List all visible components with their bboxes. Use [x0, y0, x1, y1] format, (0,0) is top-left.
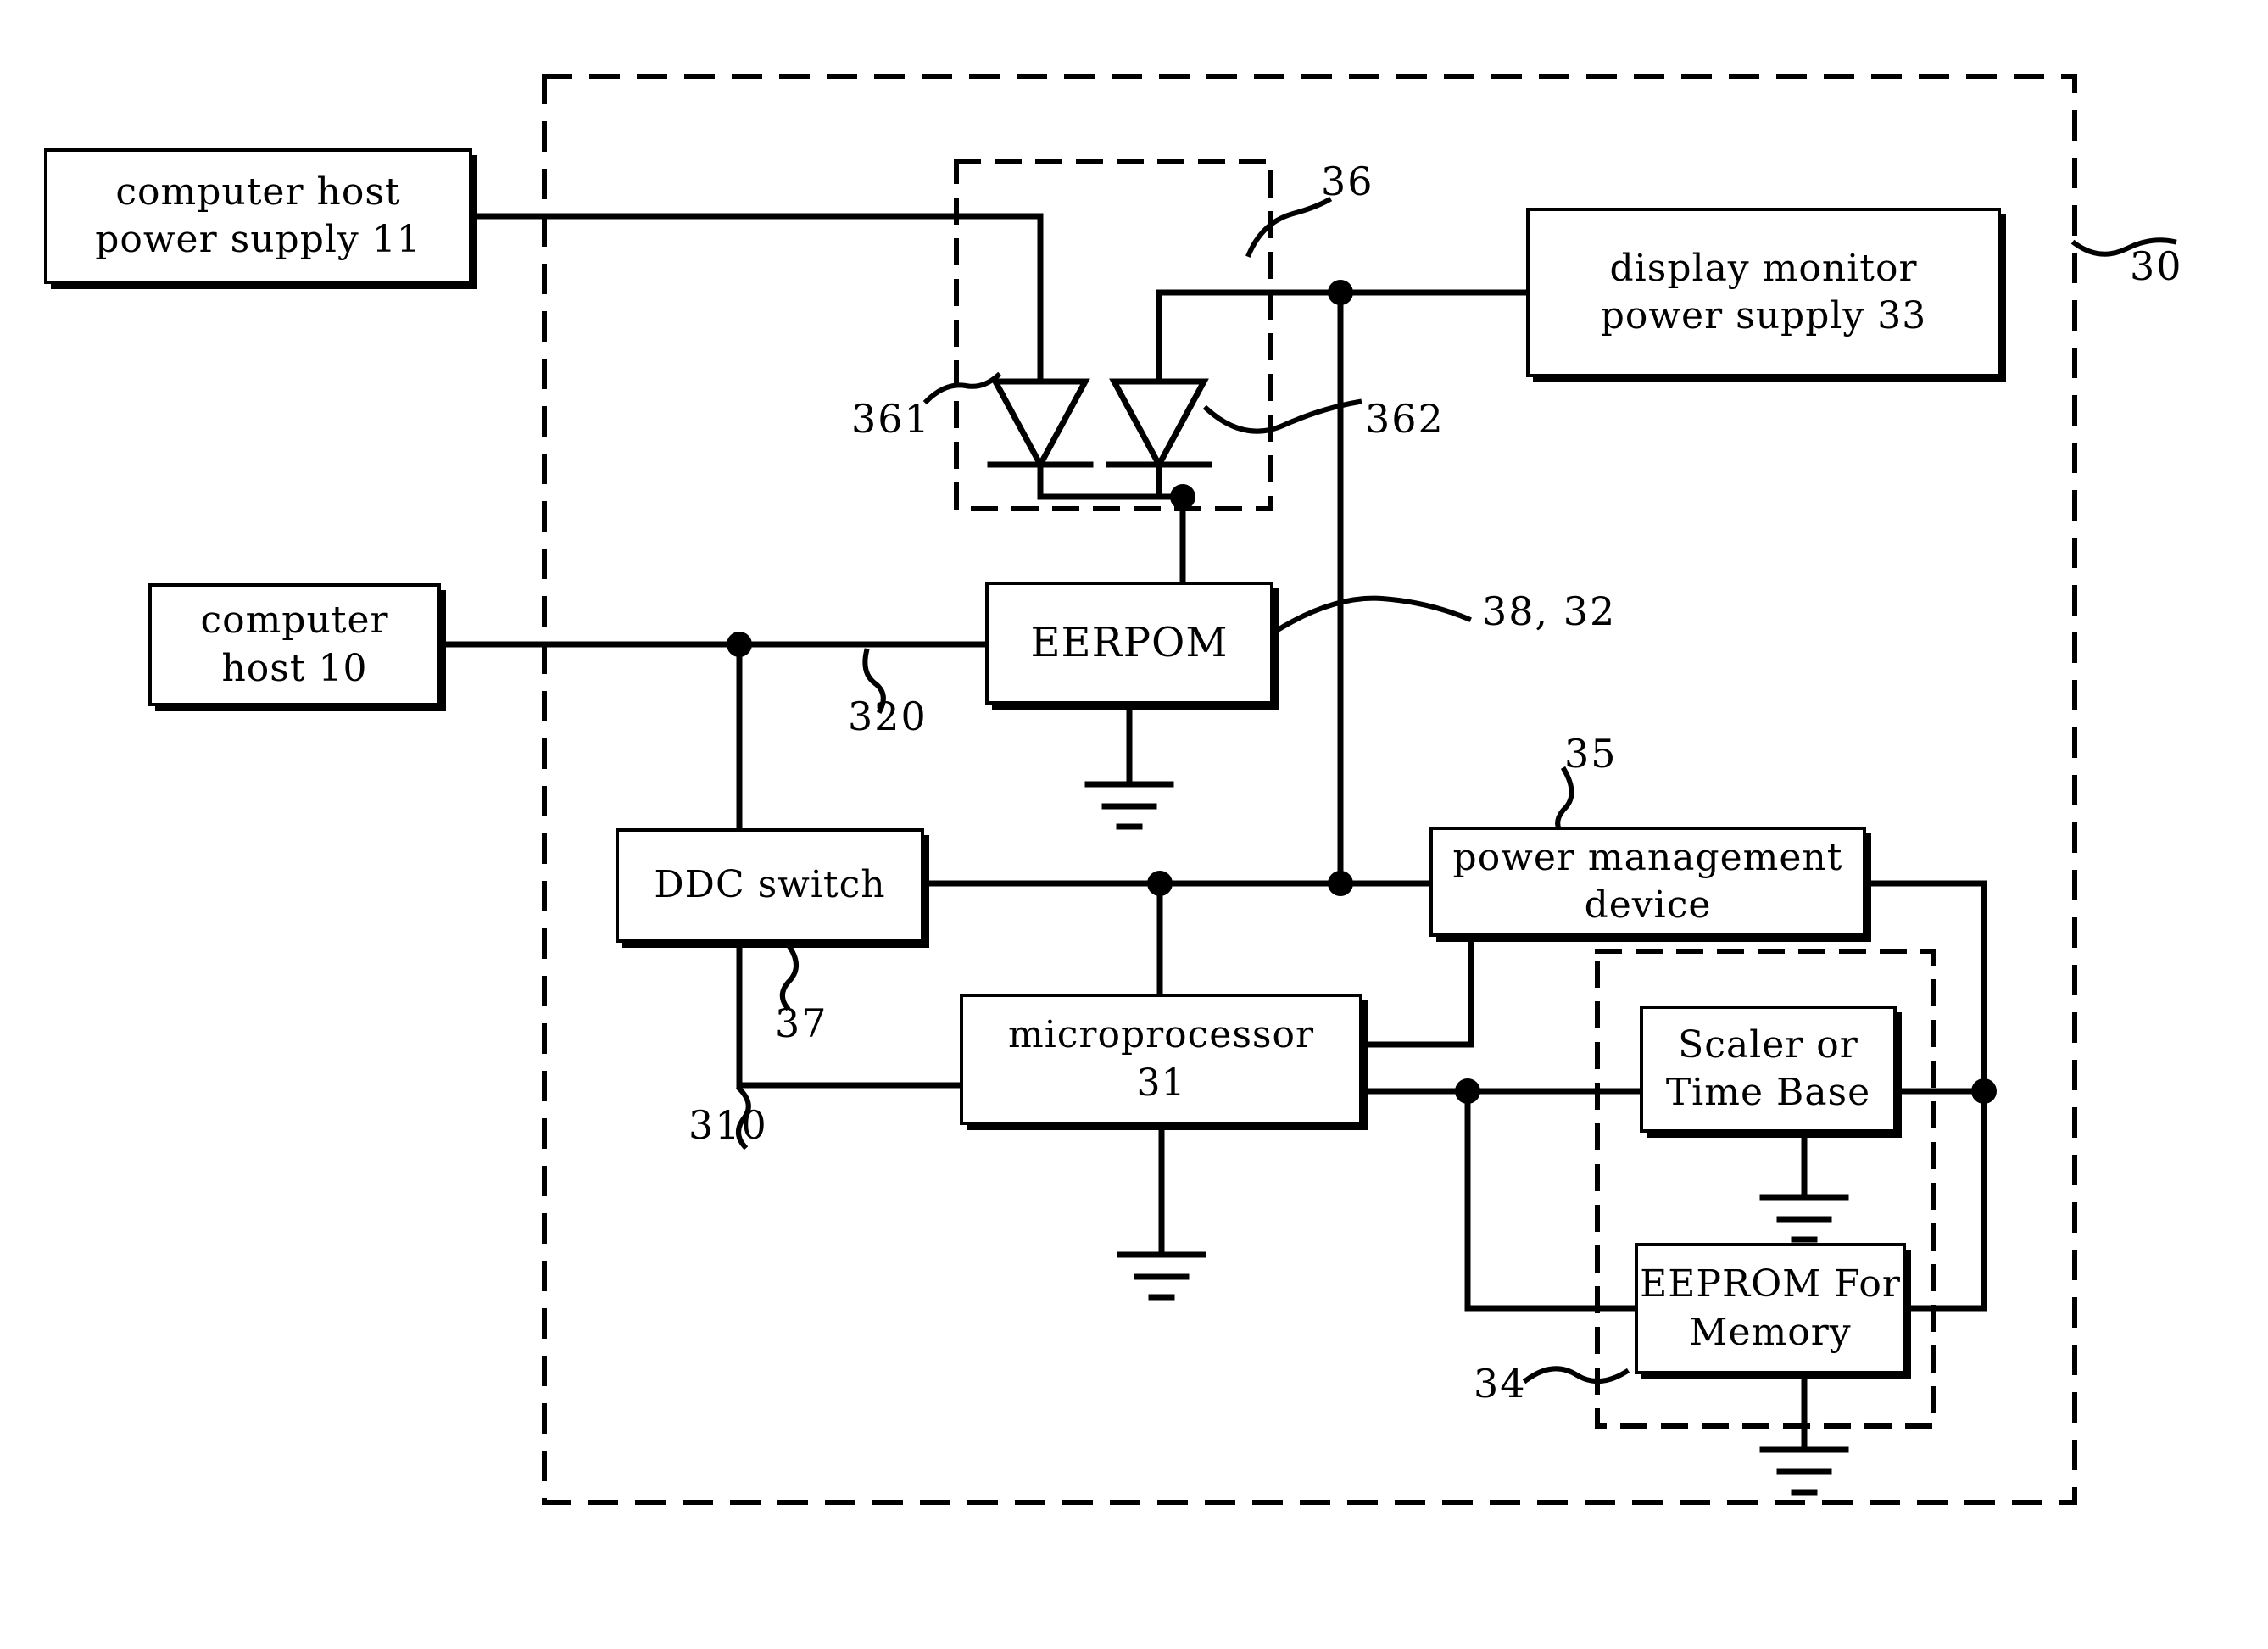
block-label: computer host power supply 11 — [95, 170, 421, 261]
ground-microprocessor — [1117, 1251, 1206, 1301]
leader-38-32 — [1269, 595, 1472, 637]
block-computer-host-power-supply[interactable]: computer host power supply 11 — [44, 148, 472, 284]
junction-dot — [1455, 1078, 1480, 1104]
block-microprocessor[interactable]: microprocessor 31 — [960, 994, 1362, 1125]
leader-35 — [1555, 766, 1574, 837]
ground-scaler — [1759, 1194, 1849, 1243]
reference-numeral-361: 361 — [851, 396, 931, 442]
junction-dot — [1147, 871, 1173, 896]
junction-dot — [1328, 871, 1353, 896]
wire-362bus-to-diode362 — [1156, 289, 1344, 385]
reference-numeral-320: 320 — [848, 694, 928, 739]
block-label: microprocessor 31 — [1007, 1013, 1314, 1105]
ground-eeprom-memory — [1759, 1446, 1849, 1496]
diode-361 — [987, 378, 1094, 471]
junction-dot — [727, 632, 752, 657]
block-display-monitor-power-supply[interactable]: display monitor power supply 33 — [1526, 208, 2001, 377]
junction-dot — [1328, 280, 1353, 305]
wire-pmd-to-microprocessor — [1359, 933, 1474, 1048]
leader-361 — [922, 371, 1002, 405]
reference-numeral-37: 37 — [775, 1000, 828, 1046]
block-computer-host[interactable]: computer host 10 — [148, 583, 441, 706]
block-label: DDC switch — [654, 863, 886, 907]
reference-numeral-310: 310 — [688, 1102, 768, 1148]
block-eeprom-for-memory[interactable]: EEPROM For Memory — [1635, 1243, 1906, 1374]
block-label: computer host 10 — [200, 599, 389, 690]
junction-dot — [1971, 1078, 1997, 1104]
junction-dot — [1170, 484, 1195, 510]
leader-362 — [1202, 398, 1362, 434]
reference-numeral-35: 35 — [1564, 731, 1618, 777]
reference-numeral-362: 362 — [1365, 396, 1445, 442]
leader-37 — [779, 944, 799, 1011]
block-power-management-device[interactable]: power management device — [1429, 827, 1866, 937]
block-eerpom[interactable]: EERPOM — [985, 582, 1273, 705]
wire-right-bus-to-eeprom-memory — [1903, 1088, 1987, 1312]
block-label: EERPOM — [1030, 618, 1229, 666]
block-label: power management device — [1452, 835, 1843, 927]
diode-362 — [1106, 378, 1212, 471]
reference-numeral-38-32: 38, 32 — [1482, 588, 1617, 634]
reference-numeral-36: 36 — [1321, 159, 1374, 204]
figure-canvas: computer host power supply 11 display mo… — [0, 0, 2268, 1649]
reference-numeral-34: 34 — [1474, 1361, 1527, 1407]
block-label: Scaler or Time Base — [1665, 1022, 1871, 1114]
block-label: EEPROM For Memory — [1640, 1262, 1901, 1354]
block-ddc-switch[interactable]: DDC switch — [616, 828, 924, 943]
leader-36 — [1245, 196, 1333, 258]
wire-microprocessor-to-eeprom-memory — [1464, 1088, 1638, 1312]
ground-eerpom — [1084, 781, 1174, 830]
leader-34 — [1522, 1366, 1630, 1384]
block-scaler-or-time-base[interactable]: Scaler or Time Base — [1640, 1006, 1897, 1133]
block-label: display monitor power supply 33 — [1600, 246, 1927, 337]
reference-numeral-30: 30 — [2130, 243, 2183, 289]
